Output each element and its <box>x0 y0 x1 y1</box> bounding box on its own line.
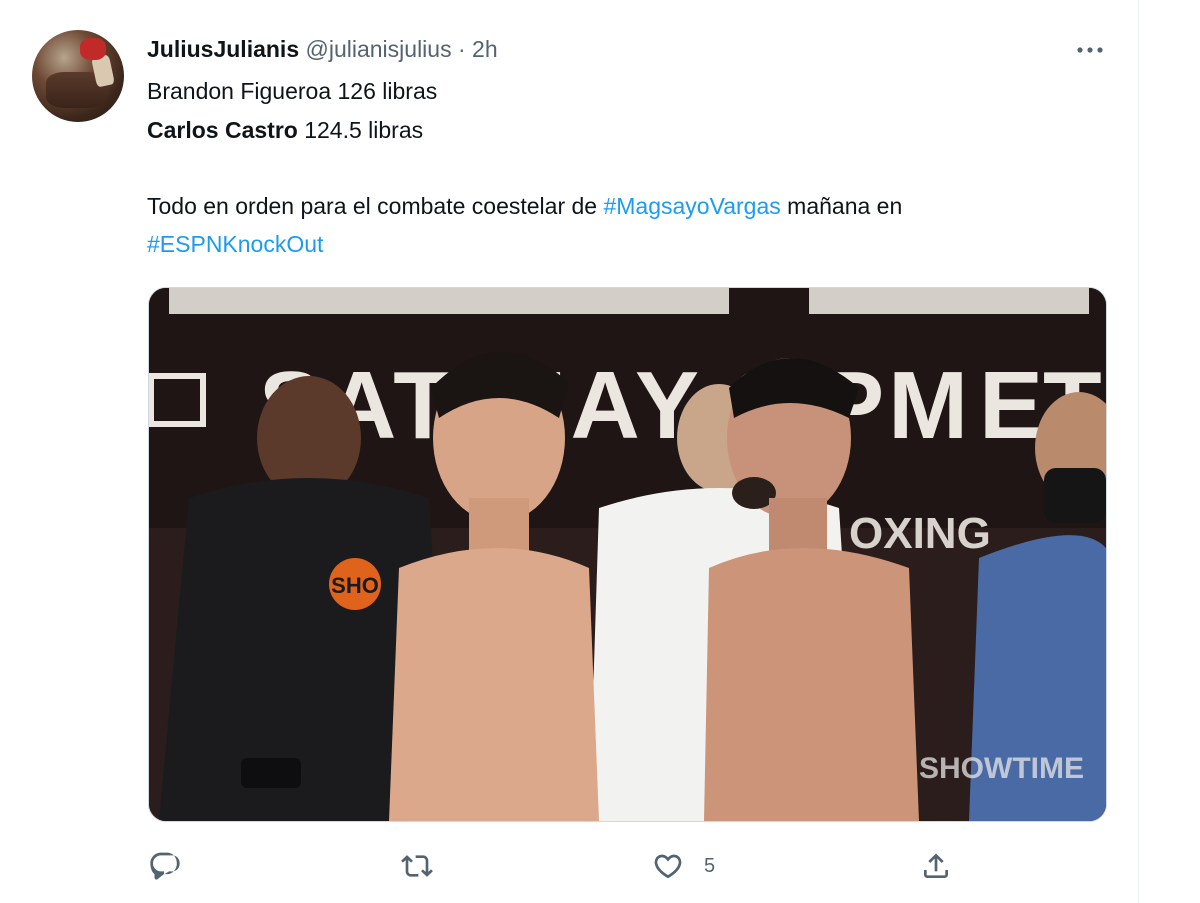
shirt-logo: SHO <box>331 573 379 598</box>
tweet-timestamp[interactable]: 2h <box>472 36 498 62</box>
author-name[interactable]: JuliusJulianis <box>147 36 299 62</box>
more-icon <box>1077 47 1103 53</box>
author-handle[interactable]: @julianisjulius <box>306 36 452 62</box>
retweet-icon <box>401 855 433 877</box>
tweet-card: JuliusJulianis @julianisjulius · 2h Bran… <box>0 0 1200 903</box>
banner-text: SAT MAY 9 PM <box>259 352 972 459</box>
more-options-button[interactable] <box>1072 36 1108 64</box>
tweet-actions: 5 <box>0 846 1200 886</box>
text-after-hashtag: mañana en <box>780 193 903 219</box>
tweet-text-line-2: Carlos Castro 124.5 libras <box>147 115 423 145</box>
share-button[interactable] <box>920 846 952 886</box>
weigh-in-photo: SAT MAY 9 PM ET/6 OXING SHO <box>149 288 1106 821</box>
tweet-header: JuliusJulianis @julianisjulius · 2h <box>147 34 498 64</box>
share-icon <box>924 853 948 878</box>
showtime-watermark: SHOWTIME <box>919 752 1084 785</box>
column-divider <box>1138 0 1139 903</box>
like-count: 5 <box>704 854 716 877</box>
reply-icon <box>150 852 180 880</box>
avatar[interactable] <box>32 30 124 122</box>
tweet-text-line-1: Brandon Figueroa 126 libras <box>147 78 438 104</box>
hashtag-espnknockout[interactable]: #ESPNKnockOut <box>147 231 323 257</box>
fighter-name-bold: Carlos Castro <box>147 117 298 143</box>
like-button[interactable]: 5 <box>652 846 715 886</box>
tweet-text-line-4: #ESPNKnockOut <box>147 229 323 259</box>
tweet-photo[interactable]: SAT MAY 9 PM ET/6 OXING SHO <box>148 287 1107 822</box>
hashtag-magsayovargas[interactable]: #MagsayoVargas <box>603 193 780 219</box>
reply-button[interactable] <box>148 846 180 886</box>
retweet-button[interactable] <box>400 846 434 886</box>
text-before-hashtag: Todo en orden para el combate coestelar … <box>147 193 604 219</box>
header-separator: · <box>457 36 466 62</box>
tweet-text-line-3: Todo en orden para el combate coestelar … <box>147 191 902 221</box>
heart-icon <box>654 854 682 879</box>
fighter-weight: 124.5 libras <box>297 117 424 143</box>
boxing-banner: OXING <box>849 509 991 558</box>
